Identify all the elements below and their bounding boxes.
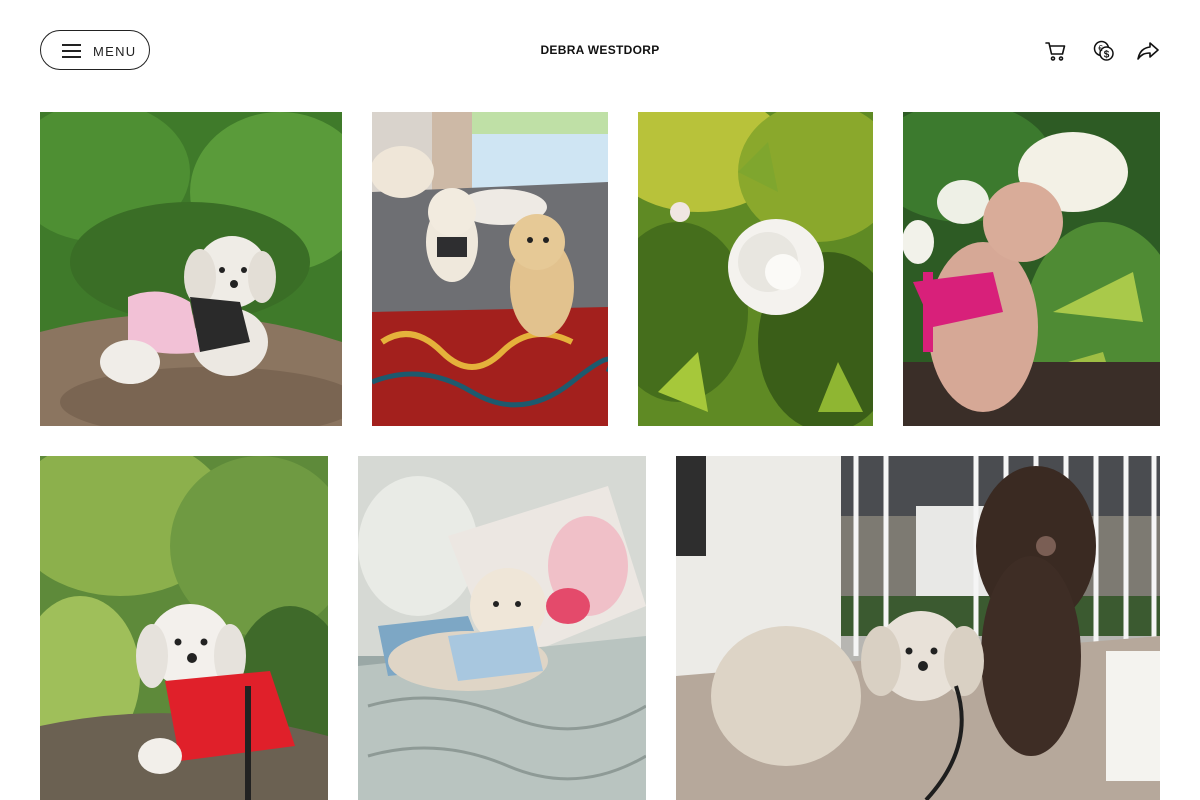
menu-label: MENU [93, 44, 137, 59]
gallery-photo-3[interactable] [638, 112, 873, 426]
currency-icon[interactable]: $ € [1091, 38, 1117, 64]
share-icon[interactable] [1135, 38, 1161, 64]
cart-icon[interactable] [1043, 38, 1069, 64]
site-title[interactable]: DEBRA WESTDORP [540, 43, 659, 57]
site-title-wrap: DEBRA WESTDORP [0, 43, 1200, 57]
svg-text:$: $ [1104, 50, 1110, 61]
gallery-photo-7[interactable] [676, 456, 1160, 800]
gallery-photo-4[interactable] [903, 112, 1160, 426]
gallery-photo-1[interactable] [40, 112, 342, 426]
site-header: MENU DEBRA WESTDORP $ € [0, 0, 1200, 100]
gallery-photo-6[interactable] [358, 456, 646, 800]
svg-text:€: € [1098, 44, 1103, 53]
gallery-photo-5[interactable] [40, 456, 328, 800]
menu-button[interactable]: MENU [40, 30, 150, 70]
gallery-photo-2[interactable] [372, 112, 608, 426]
hamburger-icon [62, 44, 81, 58]
